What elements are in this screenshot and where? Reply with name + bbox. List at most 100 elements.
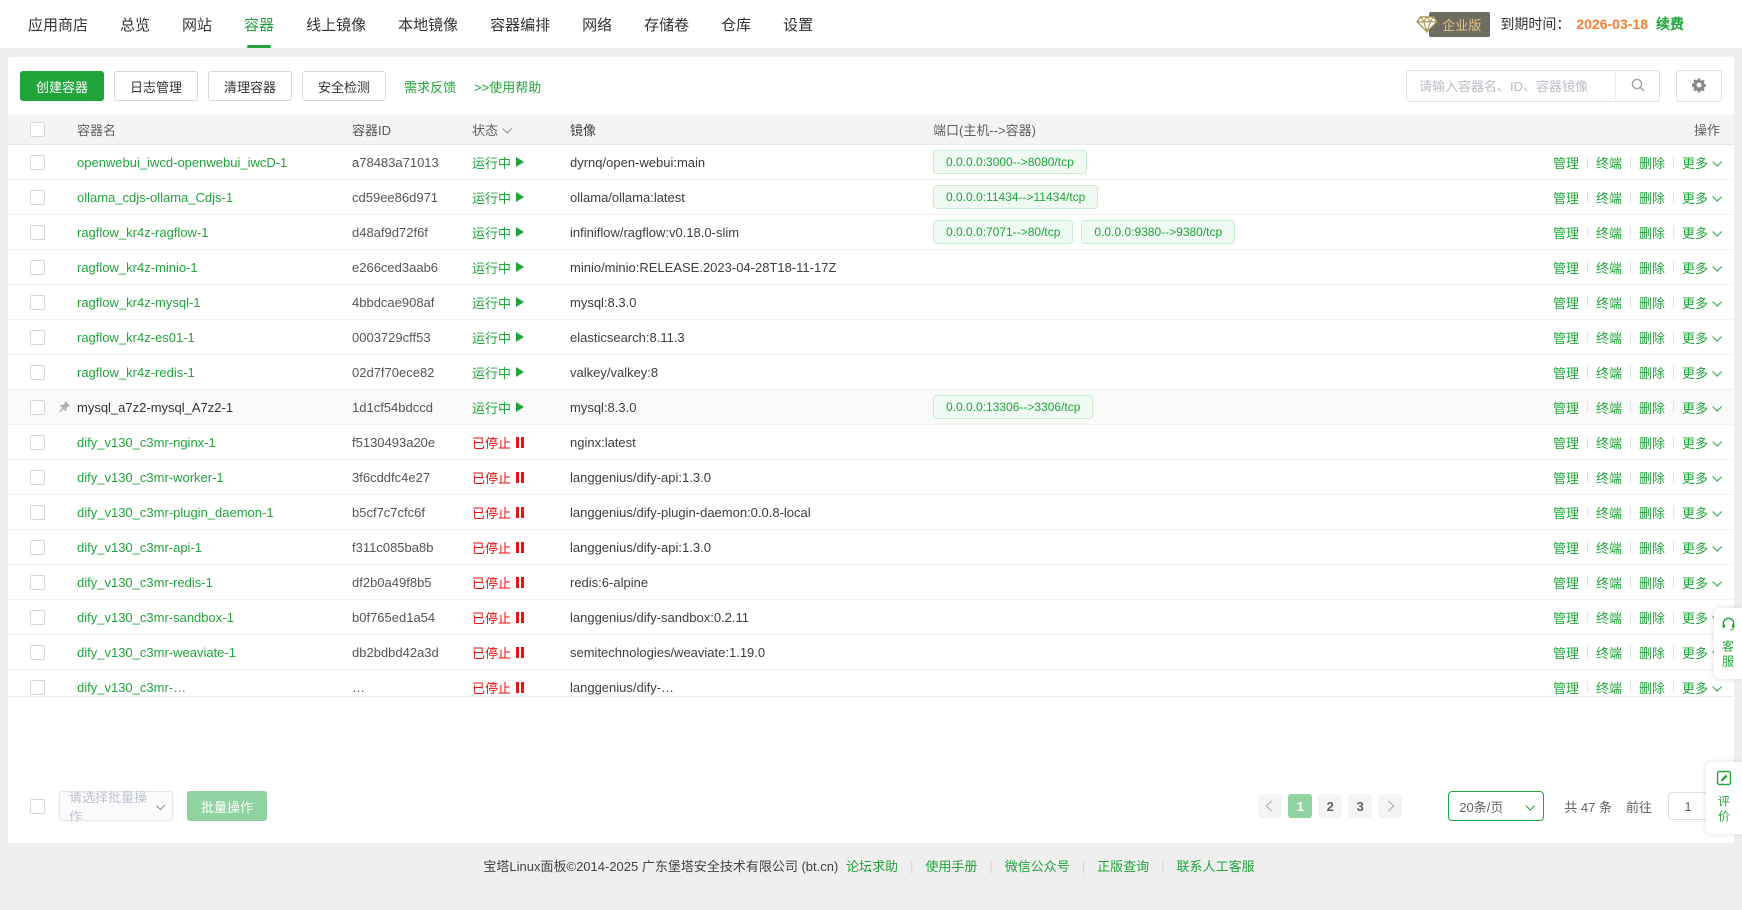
container-name-link[interactable]: dify_v130_c3mr-worker-1: [77, 470, 224, 485]
select-all-checkbox[interactable]: [30, 122, 45, 137]
manage-link[interactable]: 管理: [1553, 293, 1579, 312]
row-checkbox[interactable]: [30, 190, 45, 205]
terminal-link[interactable]: 终端: [1596, 398, 1622, 417]
terminal-link[interactable]: 终端: [1596, 153, 1622, 172]
renew-link[interactable]: 续费: [1656, 14, 1684, 34]
nav-tab-app-store[interactable]: 应用商店: [28, 0, 88, 48]
page-prev-button[interactable]: [1258, 794, 1282, 818]
more-link[interactable]: 更多: [1682, 678, 1720, 697]
terminal-link[interactable]: 终端: [1596, 573, 1622, 592]
row-checkbox[interactable]: [30, 470, 45, 485]
delete-link[interactable]: 删除: [1639, 573, 1665, 592]
goto-page-input[interactable]: [1668, 792, 1708, 820]
manage-link[interactable]: 管理: [1553, 573, 1579, 592]
manage-link[interactable]: 管理: [1553, 433, 1579, 452]
container-name-link[interactable]: dify_v130_c3mr-…: [77, 680, 186, 695]
terminal-link[interactable]: 终端: [1596, 188, 1622, 207]
row-checkbox[interactable]: [30, 575, 45, 590]
footer-link-contact-support[interactable]: 联系人工客服: [1177, 859, 1255, 874]
nav-tab-website[interactable]: 网站: [182, 0, 212, 48]
row-checkbox[interactable]: [30, 680, 45, 695]
more-link[interactable]: 更多: [1682, 293, 1720, 312]
manage-link[interactable]: 管理: [1553, 153, 1579, 172]
terminal-link[interactable]: 终端: [1596, 503, 1622, 522]
manage-link[interactable]: 管理: [1553, 643, 1579, 662]
terminal-link[interactable]: 终端: [1596, 328, 1622, 347]
nav-tab-overview[interactable]: 总览: [120, 0, 150, 48]
container-name-link[interactable]: dify_v130_c3mr-api-1: [77, 540, 202, 555]
nav-tab-volumes[interactable]: 存储卷: [644, 0, 689, 48]
container-name-link[interactable]: dify_v130_c3mr-plugin_daemon-1: [77, 505, 274, 520]
manage-link[interactable]: 管理: [1553, 398, 1579, 417]
delete-link[interactable]: 删除: [1639, 503, 1665, 522]
more-link[interactable]: 更多: [1682, 363, 1720, 382]
batch-operation-button[interactable]: 批量操作: [187, 791, 267, 821]
delete-link[interactable]: 删除: [1639, 678, 1665, 697]
terminal-link[interactable]: 终端: [1596, 433, 1622, 452]
delete-link[interactable]: 删除: [1639, 398, 1665, 417]
more-link[interactable]: 更多: [1682, 258, 1720, 277]
row-checkbox[interactable]: [30, 400, 45, 415]
more-link[interactable]: 更多: [1682, 223, 1720, 242]
row-checkbox[interactable]: [30, 155, 45, 170]
manage-link[interactable]: 管理: [1553, 678, 1579, 697]
container-name-link[interactable]: dify_v130_c3mr-sandbox-1: [77, 610, 234, 625]
container-name-link[interactable]: mysql_a7z2-mysql_A7z2-1: [77, 400, 233, 415]
batch-select-all-checkbox[interactable]: [30, 799, 45, 814]
container-name-link[interactable]: dify_v130_c3mr-weaviate-1: [77, 645, 236, 660]
row-checkbox[interactable]: [30, 645, 45, 660]
delete-link[interactable]: 删除: [1639, 293, 1665, 312]
terminal-link[interactable]: 终端: [1596, 293, 1622, 312]
manage-link[interactable]: 管理: [1553, 538, 1579, 557]
delete-link[interactable]: 删除: [1639, 363, 1665, 382]
row-checkbox[interactable]: [30, 505, 45, 520]
terminal-link[interactable]: 终端: [1596, 223, 1622, 242]
container-name-link[interactable]: ragflow_kr4z-ragflow-1: [77, 225, 209, 240]
more-link[interactable]: 更多: [1682, 468, 1720, 487]
footer-link-wechat-official[interactable]: 微信公众号: [1005, 859, 1070, 874]
footer-link-forum-help[interactable]: 论坛求助: [846, 859, 898, 874]
container-name-link[interactable]: ragflow_kr4z-minio-1: [77, 260, 198, 275]
manage-link[interactable]: 管理: [1553, 188, 1579, 207]
row-checkbox[interactable]: [30, 330, 45, 345]
container-name-link[interactable]: ollama_cdjs-ollama_Cdjs-1: [77, 190, 233, 205]
container-name-link[interactable]: ragflow_kr4z-es01-1: [77, 330, 195, 345]
more-link[interactable]: 更多: [1682, 153, 1720, 172]
nav-tab-settings[interactable]: 设置: [783, 0, 813, 48]
nav-tab-compose[interactable]: 容器编排: [490, 0, 550, 48]
page-button-3[interactable]: 3: [1348, 794, 1372, 818]
delete-link[interactable]: 删除: [1639, 223, 1665, 242]
row-checkbox[interactable]: [30, 540, 45, 555]
delete-link[interactable]: 删除: [1639, 608, 1665, 627]
row-checkbox[interactable]: [30, 295, 45, 310]
delete-link[interactable]: 删除: [1639, 153, 1665, 172]
page-button-2[interactable]: 2: [1318, 794, 1342, 818]
container-name-link[interactable]: ragflow_kr4z-redis-1: [77, 365, 195, 380]
nav-tab-network[interactable]: 网络: [582, 0, 612, 48]
row-checkbox[interactable]: [30, 435, 45, 450]
terminal-link[interactable]: 终端: [1596, 468, 1622, 487]
more-link[interactable]: 更多: [1682, 503, 1720, 522]
search-button[interactable]: [1615, 71, 1659, 101]
delete-link[interactable]: 删除: [1639, 188, 1665, 207]
delete-link[interactable]: 删除: [1639, 643, 1665, 662]
manage-link[interactable]: 管理: [1553, 328, 1579, 347]
clean-container-button[interactable]: 清理容器: [208, 71, 292, 101]
more-link[interactable]: 更多: [1682, 328, 1720, 347]
footer-link-genuine-check[interactable]: 正版查询: [1097, 859, 1149, 874]
customer-service-tab[interactable]: 客服: [1714, 608, 1742, 679]
feedback-link[interactable]: 需求反馈: [404, 77, 456, 96]
row-checkbox[interactable]: [30, 610, 45, 625]
footer-link-manual[interactable]: 使用手册: [925, 859, 977, 874]
search-input[interactable]: [1407, 71, 1615, 101]
security-check-button[interactable]: 安全检测: [302, 71, 386, 101]
feedback-tab[interactable]: 评价: [1706, 762, 1742, 834]
nav-tab-online-images[interactable]: 线上镜像: [306, 0, 366, 48]
delete-link[interactable]: 删除: [1639, 468, 1665, 487]
container-name-link[interactable]: dify_v130_c3mr-nginx-1: [77, 435, 216, 450]
manage-link[interactable]: 管理: [1553, 503, 1579, 522]
terminal-link[interactable]: 终端: [1596, 258, 1622, 277]
manage-link[interactable]: 管理: [1553, 468, 1579, 487]
container-name-link[interactable]: ragflow_kr4z-mysql-1: [77, 295, 201, 310]
page-button-1[interactable]: 1: [1288, 794, 1312, 818]
